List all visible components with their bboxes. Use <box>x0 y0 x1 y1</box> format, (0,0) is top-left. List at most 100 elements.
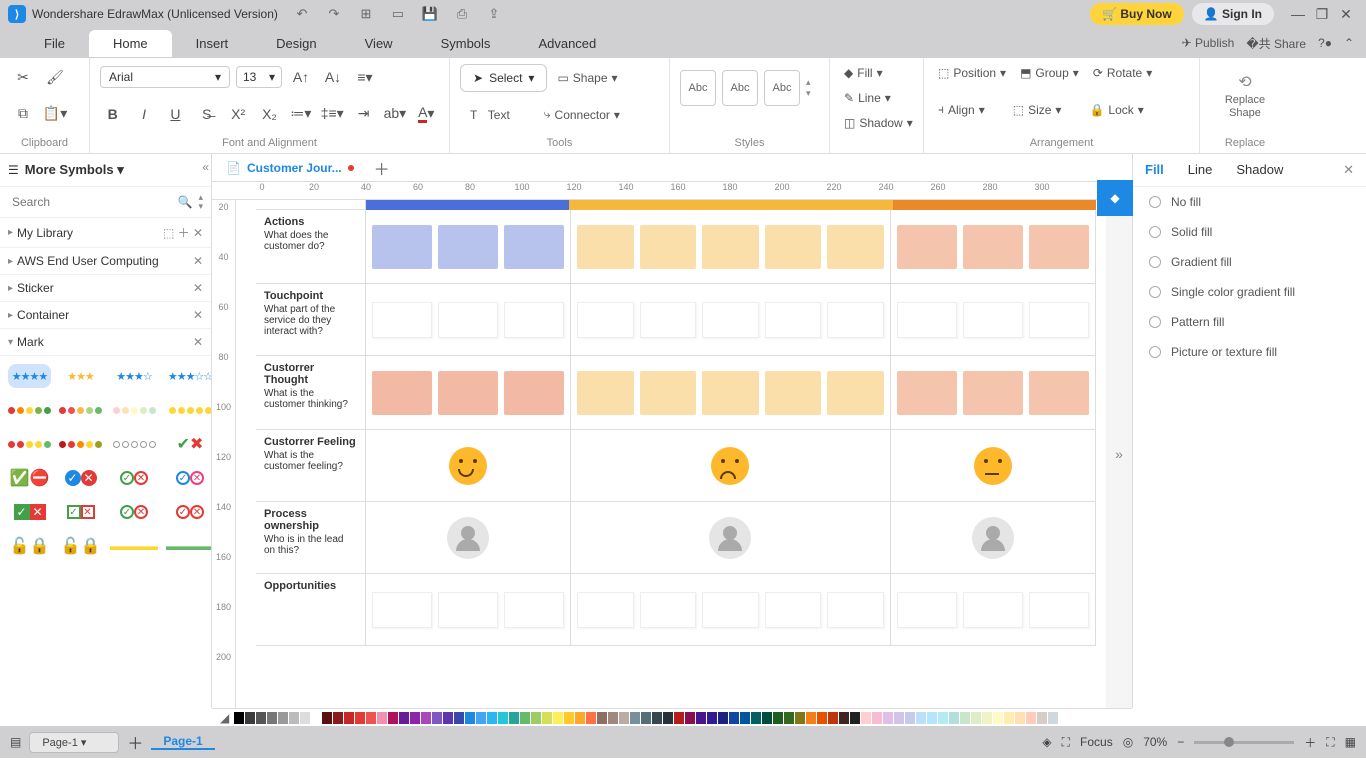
mark-stars-3[interactable]: ★★★ <box>59 364 102 388</box>
style-preset-1[interactable]: Abc <box>680 70 716 106</box>
color-swatch[interactable] <box>267 712 277 724</box>
page-tab[interactable]: Page-1 <box>151 734 214 750</box>
happy-face-icon[interactable] <box>449 447 487 485</box>
layers-icon[interactable]: ◈ <box>1042 735 1051 749</box>
mark-sq-check-2[interactable]: ✓✕ <box>59 500 102 524</box>
size-select[interactable]: 13▾ <box>236 66 282 88</box>
chevron-up-icon[interactable]: ⌃ <box>1344 36 1354 50</box>
mark-stars-half[interactable]: ★★★☆ <box>110 364 158 388</box>
zoom-out-icon[interactable]: − <box>1177 735 1184 749</box>
canvas[interactable]: ActionsWhat does the customer do? Touchp… <box>236 200 1106 708</box>
maximize-icon[interactable]: ❐ <box>1310 6 1334 23</box>
close-panel-icon[interactable]: ✕ <box>1343 162 1354 178</box>
fill-button[interactable]: ◆ Fill ▾ <box>840 64 913 82</box>
color-swatch[interactable] <box>487 712 497 724</box>
color-swatch[interactable] <box>762 712 772 724</box>
opt-gradient-fill[interactable]: Gradient fill <box>1133 247 1366 277</box>
color-swatch[interactable] <box>784 712 794 724</box>
color-swatch[interactable] <box>938 712 948 724</box>
color-swatch[interactable] <box>861 712 871 724</box>
mark-bars-1[interactable]: ▬▬▬▬ <box>110 534 158 558</box>
opt-picture-fill[interactable]: Picture or texture fill <box>1133 337 1366 367</box>
section-mark[interactable]: ▾Mark✕ <box>0 329 211 356</box>
color-swatch[interactable] <box>652 712 662 724</box>
color-swatch[interactable] <box>289 712 299 724</box>
color-swatch[interactable] <box>1048 712 1058 724</box>
minimize-icon[interactable]: — <box>1286 6 1310 22</box>
style-preset-2[interactable]: Abc <box>722 70 758 106</box>
mark-check-cross-1[interactable]: ✔ ✖ <box>166 432 211 456</box>
color-swatch[interactable] <box>355 712 365 724</box>
fullscreen-icon[interactable]: ⛶ <box>1062 735 1070 750</box>
color-swatch[interactable] <box>432 712 442 724</box>
focus-button[interactable]: Focus <box>1080 735 1113 749</box>
fit-page-icon[interactable]: ⛶ <box>1326 735 1334 750</box>
mark-sq-check-1[interactable]: ✓✕ <box>8 500 51 524</box>
open-icon[interactable]: ▭ <box>388 4 408 24</box>
mark-circle-check-4[interactable]: ✓✕ <box>166 466 211 490</box>
avatar-icon[interactable] <box>709 517 751 559</box>
mark-faces[interactable] <box>166 398 211 422</box>
mark-circle-check-2[interactable]: ✓✕ <box>59 466 102 490</box>
paste-icon[interactable]: 📋▾ <box>42 101 68 127</box>
color-swatch[interactable] <box>971 712 981 724</box>
mark-stars-outline[interactable]: ★★★☆☆ <box>166 364 211 388</box>
save-icon[interactable]: 💾 <box>420 4 440 24</box>
menu-design[interactable]: Design <box>252 30 340 57</box>
indent-icon[interactable]: ⇥ <box>351 101 376 127</box>
color-swatch[interactable] <box>509 712 519 724</box>
color-swatch[interactable] <box>773 712 783 724</box>
more-symbols-button[interactable]: More Symbols ▾ <box>25 162 124 178</box>
mark-sq-check-3[interactable]: ✓✕ <box>110 500 158 524</box>
color-swatch[interactable] <box>333 712 343 724</box>
opt-solid-fill[interactable]: Solid fill <box>1133 217 1366 247</box>
mark-lock-1[interactable]: 🔓🔒 <box>8 534 51 558</box>
add-tab-icon[interactable]: ＋ <box>364 156 400 180</box>
neutral-face-icon[interactable] <box>974 447 1012 485</box>
color-swatch[interactable] <box>410 712 420 724</box>
share-button[interactable]: �共 Share <box>1246 35 1306 52</box>
outline-icon[interactable]: ▤ <box>10 735 21 749</box>
bullets-icon[interactable]: ≔▾ <box>288 101 313 127</box>
color-swatch[interactable] <box>707 712 717 724</box>
color-swatch[interactable] <box>443 712 453 724</box>
spacing-icon[interactable]: ‡≡▾ <box>320 101 345 127</box>
color-swatch[interactable] <box>663 712 673 724</box>
mark-dots-traffic[interactable] <box>8 398 51 422</box>
avatar-icon[interactable] <box>447 517 489 559</box>
section-container[interactable]: ▸Container✕ <box>0 302 211 329</box>
color-swatch[interactable] <box>399 712 409 724</box>
color-swatch[interactable] <box>916 712 926 724</box>
color-swatch[interactable] <box>696 712 706 724</box>
decrease-font-icon[interactable]: A↓ <box>320 64 346 90</box>
color-swatch[interactable] <box>872 712 882 724</box>
color-swatch[interactable] <box>564 712 574 724</box>
menu-symbols[interactable]: Symbols <box>417 30 515 57</box>
color-swatch[interactable] <box>850 712 860 724</box>
color-swatch[interactable] <box>553 712 563 724</box>
connector-tool[interactable]: ⤷ Connector ▾ <box>540 105 624 124</box>
style-down-icon[interactable]: ▾ <box>806 88 811 99</box>
color-swatch[interactable] <box>498 712 508 724</box>
font-select[interactable]: Arial▾ <box>100 66 230 88</box>
color-swatch[interactable] <box>586 712 596 724</box>
opt-single-gradient[interactable]: Single color gradient fill <box>1133 277 1366 307</box>
select-tool[interactable]: ➤ Select ▾ <box>460 64 547 92</box>
color-swatch[interactable] <box>839 712 849 724</box>
color-swatch[interactable] <box>883 712 893 724</box>
opt-pattern-fill[interactable]: Pattern fill <box>1133 307 1366 337</box>
size-button[interactable]: ⬚ Size▾ <box>1009 101 1066 119</box>
add-page-icon[interactable]: ＋ <box>127 730 143 754</box>
color-swatch[interactable] <box>993 712 1003 724</box>
shape-tool[interactable]: ▭ Shape ▾ <box>553 69 621 87</box>
replace-shape-icon[interactable]: ⟲ <box>1210 72 1280 92</box>
opt-no-fill[interactable]: No fill <box>1133 187 1366 217</box>
signin-button[interactable]: 👤 Sign In <box>1192 3 1274 25</box>
collapse-right-icon[interactable]: » <box>1106 200 1132 708</box>
color-swatch[interactable] <box>608 712 618 724</box>
color-swatch[interactable] <box>982 712 992 724</box>
mark-dots-red[interactable] <box>59 398 102 422</box>
color-swatch[interactable] <box>927 712 937 724</box>
mark-bars-2[interactable]: ▬▬▬▬ <box>166 534 211 558</box>
menu-view[interactable]: View <box>341 30 417 57</box>
